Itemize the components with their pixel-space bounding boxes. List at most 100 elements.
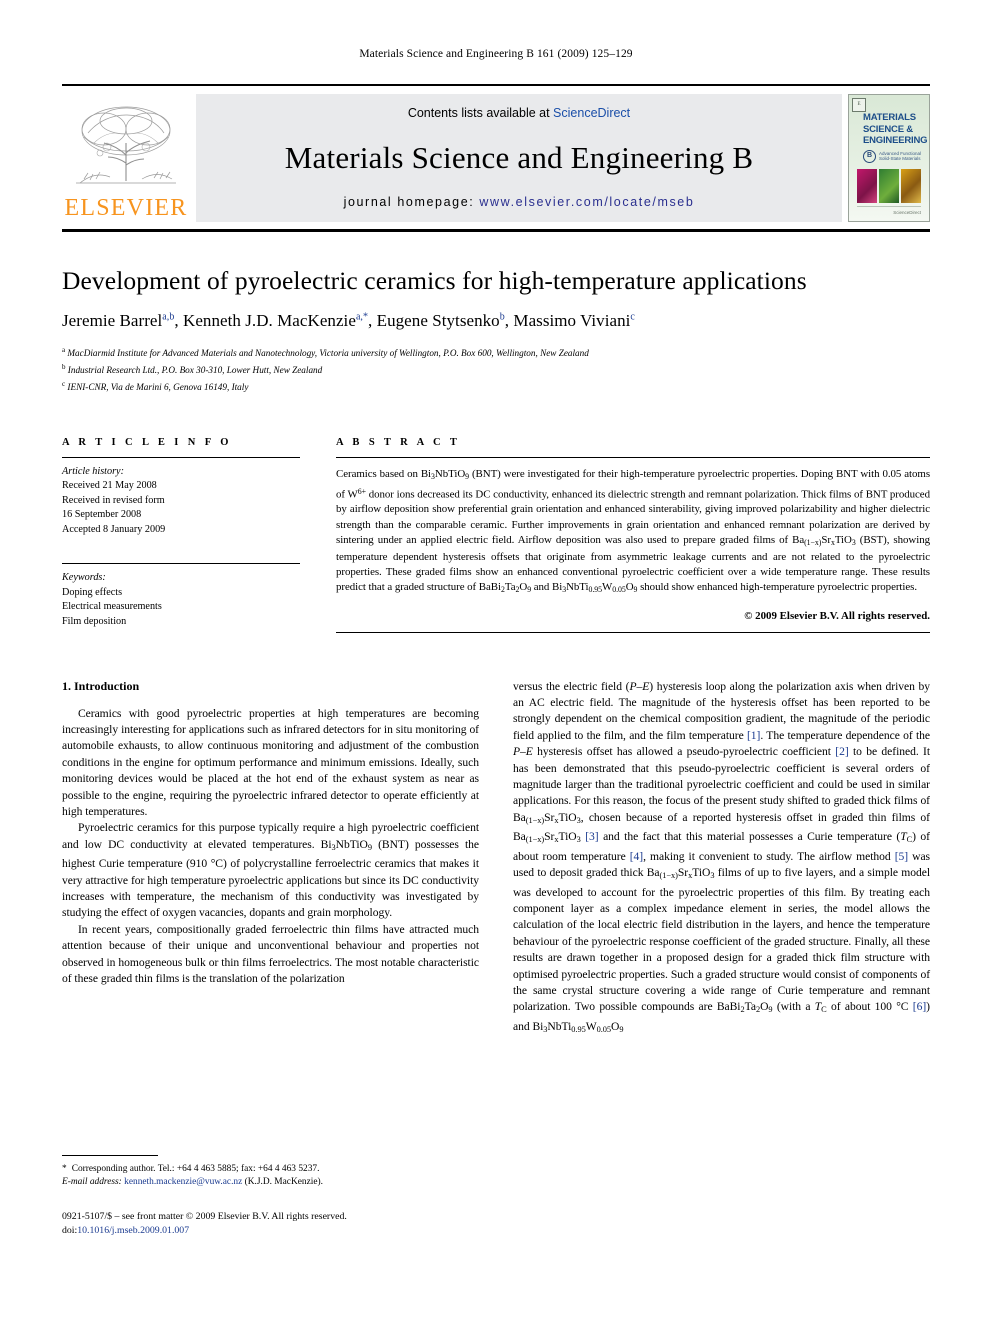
asterisk-icon: * bbox=[62, 1164, 67, 1174]
corresponding-author-text: Corresponding author. Tel.: +64 4 463 58… bbox=[71, 1164, 320, 1174]
cover-title-line-2: SCIENCE & bbox=[863, 123, 913, 135]
body-column-left: 1. Introduction Ceramics with good pyroe… bbox=[62, 679, 479, 1039]
affiliation-mark: b bbox=[62, 363, 66, 372]
doi-line: doi:10.1016/j.mseb.2009.01.007 bbox=[62, 1224, 492, 1238]
footnote-block: * Corresponding author. Tel.: +64 4 463 5… bbox=[62, 1155, 492, 1238]
article-history: Article history: Received 21 May 2008 Re… bbox=[62, 458, 300, 538]
article-info-label: A R T I C L E I N F O bbox=[62, 436, 232, 448]
journal-homepage-link[interactable]: www.elsevier.com/locate/mseb bbox=[479, 195, 694, 209]
citation-link[interactable]: [4] bbox=[630, 850, 643, 863]
homepage-prefix: journal homepage: bbox=[343, 195, 480, 209]
keywords-block: Keywords: Doping effects Electrical meas… bbox=[62, 563, 300, 629]
email-label: E-mail address: bbox=[62, 1177, 122, 1188]
title-block: Development of pyroelectric ceramics for… bbox=[62, 232, 930, 395]
keyword-item: Film deposition bbox=[62, 615, 127, 627]
journal-homepage-line: journal homepage: www.elsevier.com/locat… bbox=[344, 195, 695, 209]
author-affil-marks: c bbox=[630, 311, 635, 323]
paragraph: In recent years, compositionally graded … bbox=[62, 922, 479, 986]
abstract-rule-bottom bbox=[336, 631, 930, 633]
author-name: Massimo Viviani bbox=[513, 311, 631, 331]
journal-band: Contents lists available at ScienceDirec… bbox=[196, 94, 842, 222]
running-head: Materials Science and Engineering B 161 … bbox=[359, 48, 633, 60]
article-history-header: Article history: bbox=[62, 465, 124, 477]
keyword-item: Doping effects bbox=[62, 586, 123, 598]
affiliation-item: a MacDiarmid Institute for Advanced Mate… bbox=[62, 343, 930, 360]
abstract-copyright: © 2009 Elsevier B.V. All rights reserved… bbox=[744, 609, 930, 622]
affiliation-item: c IENI-CNR, Via de Marini 6, Genova 1614… bbox=[62, 377, 930, 394]
paragraph: versus the electric field (P–E) hysteres… bbox=[513, 679, 931, 1035]
cover-elsevier-mini-icon: E bbox=[852, 98, 866, 112]
footnote-rule bbox=[62, 1155, 158, 1156]
paper-page: Materials Science and Engineering B 161 … bbox=[0, 0, 992, 1323]
body-columns: 1. Introduction Ceramics with good pyroe… bbox=[62, 679, 930, 1039]
affiliation-text: Industrial Research Ltd., P.O. Box 30-31… bbox=[67, 365, 323, 376]
affiliation-list: a MacDiarmid Institute for Advanced Mate… bbox=[62, 343, 930, 394]
email-note: E-mail address: kenneth.mackenzie@vuw.ac… bbox=[62, 1176, 492, 1189]
history-line: Received 21 May 2008 bbox=[62, 480, 157, 491]
cover-title-line-1: MATERIALS bbox=[863, 112, 916, 123]
cover-title-line-3: ENGINEERING bbox=[863, 135, 928, 146]
journal-title: Materials Science and Engineering B bbox=[284, 139, 754, 175]
citation-link[interactable]: [1] bbox=[747, 729, 760, 742]
cover-series-badge: B Advanced Functional Solid-State Materi… bbox=[849, 147, 929, 163]
abstract-column: A B S T R A C T Ceramics based on Bi3NbT… bbox=[336, 437, 930, 633]
cover-badge-letter: B bbox=[863, 149, 876, 163]
imprint-block: 0921-5107/$ – see front matter © 2009 El… bbox=[62, 1210, 492, 1238]
email-link[interactable]: kenneth.mackenzie@vuw.ac.nz bbox=[124, 1177, 242, 1187]
history-line: 16 September 2008 bbox=[62, 509, 142, 520]
keywords-header: Keywords: bbox=[62, 572, 106, 583]
contents-available-line: Contents lists available at ScienceDirec… bbox=[408, 106, 630, 120]
elsevier-tree-icon bbox=[76, 106, 176, 184]
citation-link[interactable]: [2] bbox=[835, 745, 848, 758]
cover-micrograph-tiles bbox=[857, 168, 921, 203]
body-column-right: versus the electric field (P–E) hysteres… bbox=[513, 679, 930, 1039]
abstract-text: Ceramics based on Bi3NbTiO9 (BNT) were i… bbox=[336, 467, 931, 595]
affiliation-mark: c bbox=[62, 380, 66, 389]
section-heading-introduction: 1. Introduction bbox=[62, 678, 140, 693]
issn-line: 0921-5107/$ – see front matter © 2009 El… bbox=[62, 1210, 347, 1222]
journal-masthead: ELSEVIER Contents lists available at Sci… bbox=[62, 84, 930, 222]
author-name: Kenneth J.D. MacKenzie bbox=[183, 311, 356, 331]
cover-tile-magenta bbox=[857, 168, 877, 203]
citation-link[interactable]: [3] bbox=[585, 830, 598, 843]
paragraph: Ceramics with good pyroelectric properti… bbox=[62, 706, 479, 818]
doi-link[interactable]: 10.1016/j.mseb.2009.01.007 bbox=[77, 1225, 189, 1236]
history-line: Received in revised form bbox=[62, 494, 165, 506]
citation-link[interactable]: [6] bbox=[913, 1000, 926, 1013]
author-sep: , bbox=[174, 311, 183, 331]
author-entry: Kenneth J.D. MacKenziea,* bbox=[183, 311, 368, 330]
author-list: Jeremie Barrela,b, Kenneth J.D. MacKenzi… bbox=[62, 311, 930, 331]
doi-label: doi: bbox=[62, 1224, 78, 1236]
journal-cover-thumbnail: E MATERIALS SCIENCE & ENGINEERING B Adva… bbox=[848, 94, 930, 222]
author-entry: Massimo Vivianic bbox=[513, 311, 635, 330]
page-title: Development of pyroelectric ceramics for… bbox=[62, 266, 807, 295]
abstract-label: A B S T R A C T bbox=[336, 436, 461, 448]
citation-link[interactable]: [5] bbox=[895, 850, 908, 863]
author-name: Eugene Stytsenko bbox=[376, 311, 500, 331]
info-and-abstract: A R T I C L E I N F O Article history: R… bbox=[62, 437, 930, 633]
affiliation-text: MacDiarmid Institute for Advanced Materi… bbox=[67, 348, 589, 359]
elsevier-logo: ELSEVIER bbox=[62, 94, 190, 222]
author-name: Jeremie Barrel bbox=[62, 311, 163, 331]
corresponding-author-note: * Corresponding author. Tel.: +64 4 463 5… bbox=[62, 1163, 492, 1176]
cover-tile-green bbox=[879, 168, 899, 203]
history-line: Accepted 8 January 2009 bbox=[62, 523, 166, 535]
author-entry: Eugene Stytsenkob bbox=[377, 311, 505, 330]
keyword-item: Electrical measurements bbox=[62, 601, 162, 612]
cover-tile-gold bbox=[901, 168, 921, 203]
keywords-list: Keywords: Doping effects Electrical meas… bbox=[62, 564, 300, 629]
affiliation-item: b Industrial Research Ltd., P.O. Box 30-… bbox=[62, 360, 930, 377]
author-affil-marks: a,* bbox=[355, 311, 369, 323]
sciencedirect-link[interactable]: ScienceDirect bbox=[553, 106, 630, 120]
author-sep: , bbox=[368, 311, 377, 331]
contents-prefix: Contents lists available at bbox=[407, 106, 554, 120]
author-affil-marks: a,b bbox=[162, 311, 175, 323]
affiliation-mark: a bbox=[62, 346, 66, 355]
elsevier-wordmark: ELSEVIER bbox=[64, 195, 188, 221]
author-entry: Jeremie Barrela,b bbox=[62, 311, 174, 330]
affiliation-text: IENI-CNR, Via de Marini 6, Genova 16149,… bbox=[67, 382, 249, 393]
cover-badge-text: Advanced Functional Solid-State Material… bbox=[879, 150, 922, 162]
article-info-column: A R T I C L E I N F O Article history: R… bbox=[62, 437, 300, 633]
cover-footer-text: ScienceDirect bbox=[857, 206, 921, 215]
email-owner: (K.J.D. MacKenzie). bbox=[244, 1177, 323, 1188]
